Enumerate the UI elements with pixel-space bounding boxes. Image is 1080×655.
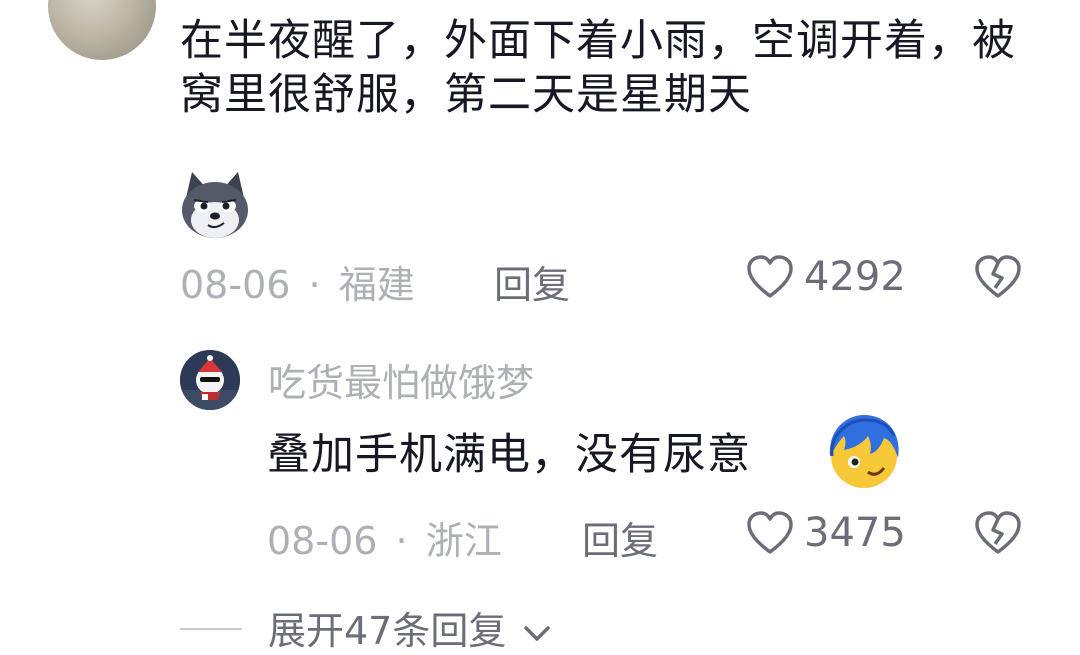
comment-date: 08-06 xyxy=(180,263,291,307)
comment-like-count: 4292 xyxy=(804,254,906,300)
face-emoji xyxy=(824,412,904,490)
broken-heart-icon[interactable] xyxy=(974,510,1022,556)
meta-separator: · xyxy=(308,263,321,307)
reply-date: 08-06 xyxy=(267,519,378,563)
chevron-down-icon xyxy=(522,624,552,644)
reply-avatar[interactable] xyxy=(180,350,240,410)
expand-replies-button[interactable]: 展开47条回复 xyxy=(268,600,552,655)
comment-reply-button[interactable]: 回复 xyxy=(494,254,570,309)
meta-separator: · xyxy=(395,519,408,563)
doge-emoji xyxy=(178,168,252,242)
heart-icon[interactable] xyxy=(746,510,794,556)
reply-meta: 08-06 · 浙江 xyxy=(267,510,502,565)
expand-divider xyxy=(180,628,242,630)
comment-text: 在半夜醒了，外面下着小雨，空调开着，被窝里很舒服，第二天是星期天 xyxy=(180,16,1016,120)
reply-text: 叠加手机满电，没有尿意 xyxy=(267,430,751,480)
reply-location: 浙江 xyxy=(425,519,502,563)
expand-replies-label: 展开47条回复 xyxy=(268,609,507,653)
commenter-avatar[interactable] xyxy=(48,0,156,60)
reply-username[interactable]: 吃货最怕做饿梦 xyxy=(268,352,534,407)
broken-heart-icon[interactable] xyxy=(974,254,1022,300)
reply-reply-button[interactable]: 回复 xyxy=(582,510,658,565)
heart-icon[interactable] xyxy=(746,254,794,300)
comment-location: 福建 xyxy=(338,263,415,307)
reply-like-count: 3475 xyxy=(804,510,906,556)
comment-meta: 08-06 · 福建 xyxy=(180,254,415,309)
